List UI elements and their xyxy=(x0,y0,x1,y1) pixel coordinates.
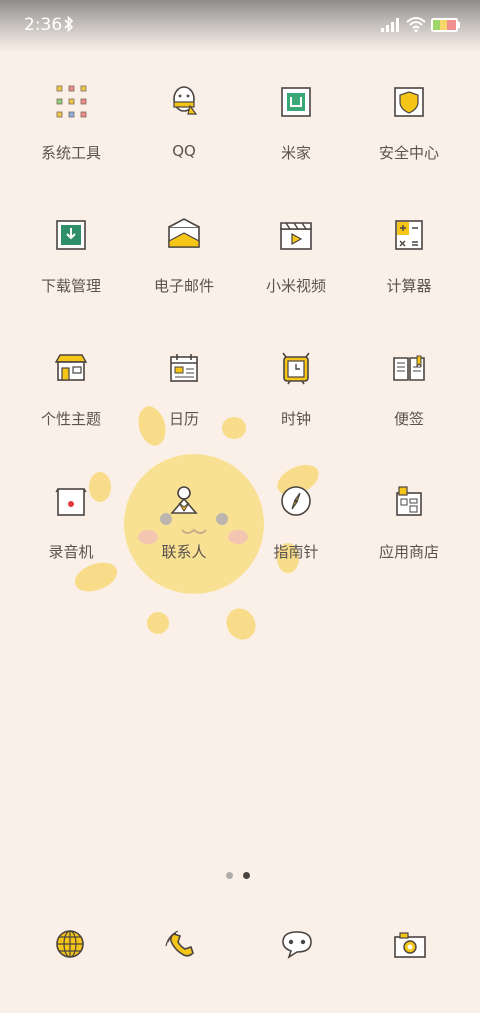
app-mi-video[interactable]: 小米视频 xyxy=(240,215,352,325)
calculator-icon xyxy=(395,220,423,250)
app-label: 小米视频 xyxy=(265,277,326,295)
battery-icon xyxy=(431,18,460,32)
app-label: 下载管理 xyxy=(40,277,101,295)
envelope-icon xyxy=(168,218,200,248)
app-label: 应用商店 xyxy=(378,543,439,561)
app-label: 计算器 xyxy=(386,277,432,295)
app-label: 联系人 xyxy=(161,543,207,561)
app-label: 系统工具 xyxy=(40,144,101,162)
status-time: 2:36 xyxy=(24,15,63,35)
recorder-icon xyxy=(55,488,87,516)
app-recorder[interactable]: 录音机 xyxy=(15,481,127,591)
app-calendar[interactable]: 日历 xyxy=(128,348,240,458)
app-label: 安全中心 xyxy=(378,144,439,162)
app-label: QQ xyxy=(172,142,196,160)
store-icon xyxy=(396,486,422,516)
shield-icon xyxy=(394,87,424,117)
app-downloads[interactable]: 下载管理 xyxy=(15,215,127,325)
calendar-icon xyxy=(170,354,198,382)
mi-home-icon xyxy=(281,87,311,117)
phone-icon[interactable] xyxy=(164,926,200,962)
app-security-center[interactable]: 安全中心 xyxy=(353,82,465,192)
app-label: 便签 xyxy=(393,410,424,428)
app-email[interactable]: 电子邮件 xyxy=(128,215,240,325)
shop-icon xyxy=(54,354,88,381)
signal-icon xyxy=(381,18,399,32)
chat-bubble-icon[interactable] xyxy=(279,926,315,962)
app-label: 指南针 xyxy=(273,543,319,561)
wifi-icon xyxy=(406,17,426,32)
download-icon xyxy=(56,220,86,250)
app-clock[interactable]: 时钟 xyxy=(240,348,352,458)
alarm-clock-icon xyxy=(282,352,310,385)
camera-icon[interactable] xyxy=(392,927,428,963)
status-bar: 2:36 xyxy=(0,0,480,52)
compass-icon xyxy=(281,486,311,516)
app-calculator[interactable]: 计算器 xyxy=(353,215,465,325)
bluetooth-icon xyxy=(64,15,74,33)
page-dot-active[interactable] xyxy=(243,872,250,879)
app-label: 录音机 xyxy=(48,543,94,561)
app-mi-home[interactable]: 米家 xyxy=(240,82,352,192)
app-qq[interactable]: QQ xyxy=(128,82,240,192)
app-compass[interactable]: 指南针 xyxy=(240,481,352,591)
notebook-icon xyxy=(393,355,425,381)
contact-icon xyxy=(170,486,198,514)
folder-grid-icon xyxy=(56,85,87,118)
app-label: 个性主题 xyxy=(40,410,101,428)
app-themes[interactable]: 个性主题 xyxy=(15,348,127,458)
app-contacts[interactable]: 联系人 xyxy=(128,481,240,591)
clapperboard-icon xyxy=(280,222,312,250)
app-notes[interactable]: 便签 xyxy=(353,348,465,458)
penguin-icon xyxy=(173,86,198,115)
globe-icon[interactable] xyxy=(52,926,88,962)
app-label: 时钟 xyxy=(280,410,311,428)
app-label: 电子邮件 xyxy=(153,277,214,295)
app-label: 米家 xyxy=(280,144,311,162)
app-label: 日历 xyxy=(168,410,199,428)
page-dot[interactable] xyxy=(226,872,233,879)
app-system-tools[interactable]: 系统工具 xyxy=(15,82,127,192)
app-store[interactable]: 应用商店 xyxy=(353,481,465,591)
